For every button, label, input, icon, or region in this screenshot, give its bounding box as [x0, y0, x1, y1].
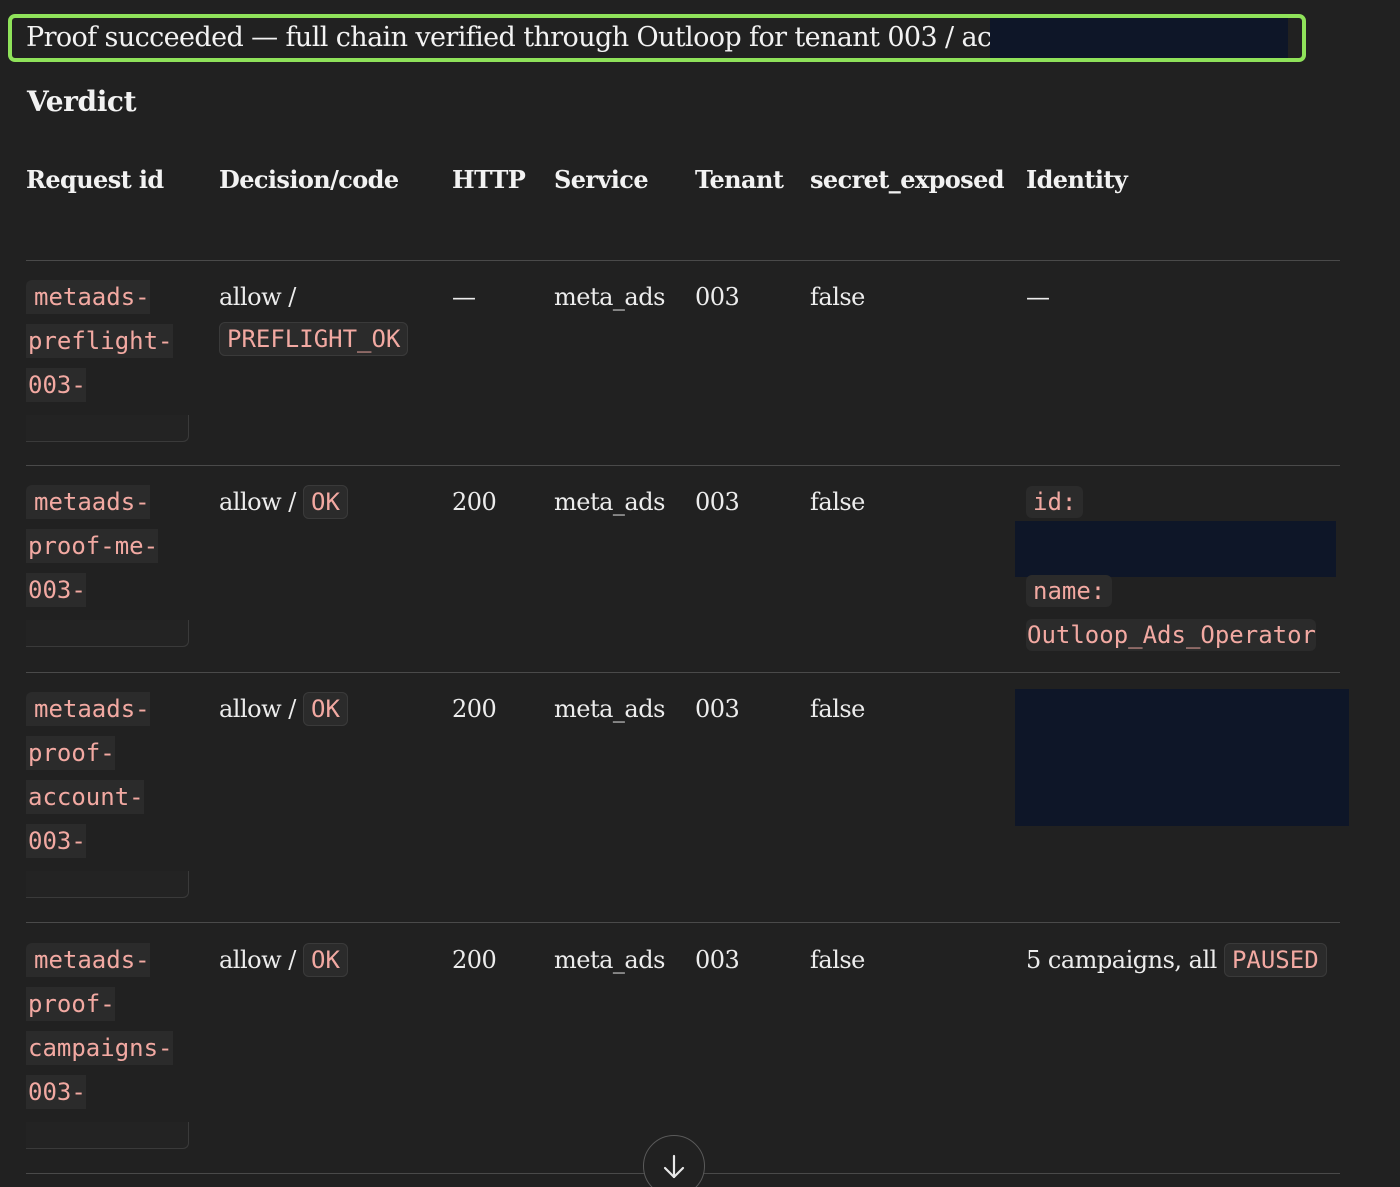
secret-exposed-value: false: [810, 695, 865, 723]
request-id-redacted-tail: [26, 620, 189, 647]
decision-text: allow /: [219, 946, 296, 974]
request-id-segment: account-: [26, 780, 144, 814]
tenant-id: 003: [695, 488, 740, 516]
column-header-identity: Identity: [1026, 165, 1128, 194]
identity-cell: 5 campaigns, all PAUSED: [1026, 938, 1327, 982]
decision-code: OK: [303, 485, 348, 519]
service-name: meta_ads: [554, 283, 665, 311]
request-id-segment: 003-: [26, 368, 86, 402]
tenant-id: 003: [695, 695, 740, 723]
request-id-redacted-tail: [26, 871, 189, 898]
request-id-segment: proof-me-: [26, 529, 159, 563]
row-divider: [26, 465, 1340, 466]
request-id-segment: metaads-: [26, 485, 150, 519]
column-header-http: HTTP: [452, 165, 526, 194]
request-id-redacted-tail: [26, 415, 189, 442]
http-status: —: [452, 283, 476, 311]
row-divider: [26, 260, 1340, 261]
decision-cell: allow / OK: [219, 687, 348, 731]
decision-code: OK: [303, 943, 348, 977]
secret-exposed-value: false: [810, 946, 865, 974]
status-banner: Proof succeeded — full chain verified th…: [8, 14, 1306, 62]
decision-text: allow /: [219, 283, 296, 311]
request-id-segment: 003-: [26, 824, 86, 858]
request-id-segment: proof-: [26, 736, 115, 770]
column-header-secret-exposed: secret_exposed: [810, 165, 1005, 194]
identity-id-label: id:: [1026, 486, 1084, 518]
request-id-cell: metaads- proof-me- 003-: [26, 480, 190, 647]
decision-cell: allow / OK: [219, 480, 348, 524]
column-header-decision: Decision/code: [219, 165, 399, 194]
row-divider: [26, 672, 1340, 673]
request-id-cell: metaads- proof- account- 003-: [26, 687, 190, 898]
http-status: 200: [452, 946, 497, 974]
request-id-segment: 003-: [26, 573, 86, 607]
arrow-down-icon: [663, 1154, 685, 1179]
decision-code: PREFLIGHT_OK: [219, 322, 409, 356]
column-header-request-id: Request id: [26, 165, 164, 194]
request-id-segment: campaigns-: [26, 1031, 173, 1065]
tenant-id: 003: [695, 946, 740, 974]
column-header-tenant: Tenant: [695, 165, 784, 194]
decision-code-cell: PREFLIGHT_OK: [219, 317, 409, 361]
request-id-segment: preflight-: [26, 324, 173, 358]
identity-text: 5 campaigns, all: [1026, 946, 1217, 974]
identity-name-cell: name:: [1026, 569, 1113, 613]
scroll-to-bottom-button[interactable]: [643, 1135, 705, 1187]
decision-text: allow /: [219, 695, 296, 723]
service-name: meta_ads: [554, 946, 665, 974]
http-status: 200: [452, 488, 497, 516]
status-banner-text: Proof succeeded — full chain verified th…: [26, 22, 992, 53]
identity-id-cell: id:: [1026, 480, 1084, 524]
decision-text: allow /: [219, 488, 296, 516]
decision-cell: allow / OK: [219, 938, 348, 982]
redacted-block: [990, 18, 1288, 58]
secret-exposed-value: false: [810, 283, 865, 311]
identity-name-value: Outloop_Ads_Operator: [1026, 619, 1316, 651]
service-name: meta_ads: [554, 695, 665, 723]
identity-name-value-cell: Outloop_Ads_Operator: [1026, 613, 1316, 657]
request-id-redacted-tail: [26, 1122, 189, 1149]
column-header-service: Service: [554, 165, 649, 194]
decision-code: OK: [303, 692, 348, 726]
request-id-segment: metaads-: [26, 692, 150, 726]
tenant-id: 003: [695, 283, 740, 311]
service-name: meta_ads: [554, 488, 665, 516]
request-id-segment: metaads-: [26, 280, 150, 314]
redacted-block: [1015, 689, 1349, 826]
identity-status-code: PAUSED: [1223, 943, 1327, 977]
request-id-segment: metaads-: [26, 943, 150, 977]
identity-value: —: [1026, 283, 1050, 311]
section-heading: Verdict: [27, 85, 137, 118]
http-status: 200: [452, 695, 497, 723]
request-id-cell: metaads- preflight- 003-: [26, 275, 190, 442]
row-divider: [26, 922, 1340, 923]
request-id-cell: metaads- proof- campaigns- 003-: [26, 938, 190, 1149]
identity-name-label: name:: [1026, 575, 1113, 607]
request-id-segment: proof-: [26, 987, 115, 1021]
request-id-segment: 003-: [26, 1075, 86, 1109]
secret-exposed-value: false: [810, 488, 865, 516]
